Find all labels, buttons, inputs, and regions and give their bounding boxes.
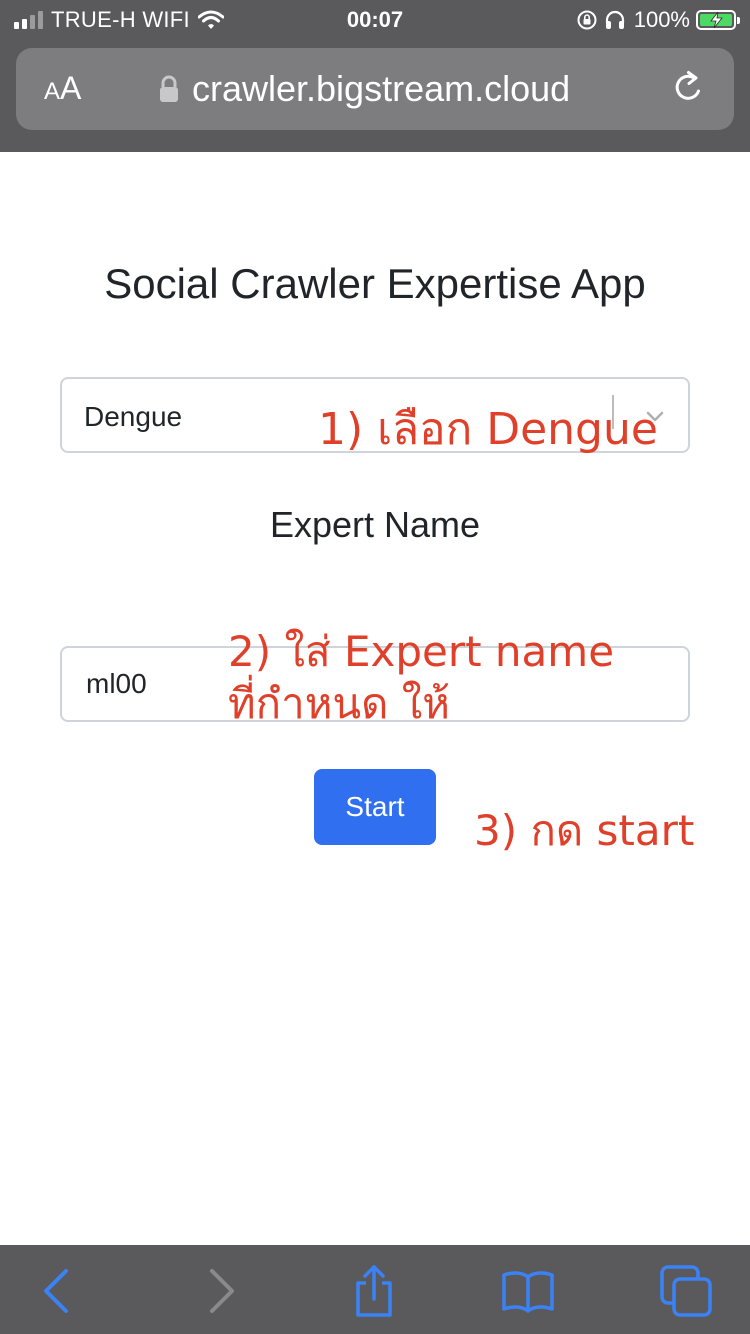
battery-percent: 100%	[633, 7, 690, 32]
annotation-step-3: 3) กด start	[474, 806, 695, 855]
orientation-lock-icon	[577, 10, 597, 30]
tabs-icon[interactable]	[658, 1263, 714, 1319]
browser-toolbar	[0, 1245, 750, 1334]
web-page: Social Crawler Expertise App Dengue Expe…	[0, 152, 750, 1245]
url-text: crawler.bigstream.cloud	[192, 68, 571, 109]
annotation-step-2: 2) ใส่ Expert name ที่กำหนด ให้	[228, 626, 614, 730]
lock-icon	[160, 75, 178, 102]
status-right: 100%	[576, 6, 740, 34]
text-size-label-small: A	[44, 78, 61, 105]
annotation-step-1: 1) เลือก Dengue	[318, 404, 658, 455]
battery-icon	[696, 10, 740, 30]
share-icon[interactable]	[346, 1263, 402, 1319]
topic-select-value: Dengue	[84, 401, 183, 432]
start-button[interactable]: Start	[314, 769, 436, 845]
device-screen: TRUE-H WIFI 00:07 100% AA crawler.bigstr…	[0, 0, 750, 1334]
expert-name-label: Expert Name	[269, 504, 481, 545]
annotation-step-2-line-2: ที่กำหนด ให้	[228, 679, 450, 728]
back-icon[interactable]	[30, 1263, 86, 1319]
forward-icon[interactable]	[192, 1263, 248, 1319]
annotation-step-2-line-1: 2) ใส่ Expert name	[228, 627, 615, 676]
text-size-button[interactable]: AA	[44, 70, 81, 110]
bookmarks-icon[interactable]	[500, 1263, 556, 1319]
page-title: Social Crawler Expertise App	[104, 260, 646, 307]
address-bar[interactable]: AA crawler.bigstream.cloud	[16, 48, 734, 130]
reload-icon[interactable]	[668, 68, 708, 108]
url-field[interactable]: crawler.bigstream.cloud	[158, 66, 570, 112]
status-bar: TRUE-H WIFI 00:07 100%	[0, 0, 750, 40]
browser-top-chrome: TRUE-H WIFI 00:07 100% AA crawler.bigstr…	[0, 0, 750, 152]
charging-bolt-icon	[710, 12, 723, 28]
text-size-label-large: A	[60, 70, 82, 106]
headphones-icon	[605, 10, 624, 29]
